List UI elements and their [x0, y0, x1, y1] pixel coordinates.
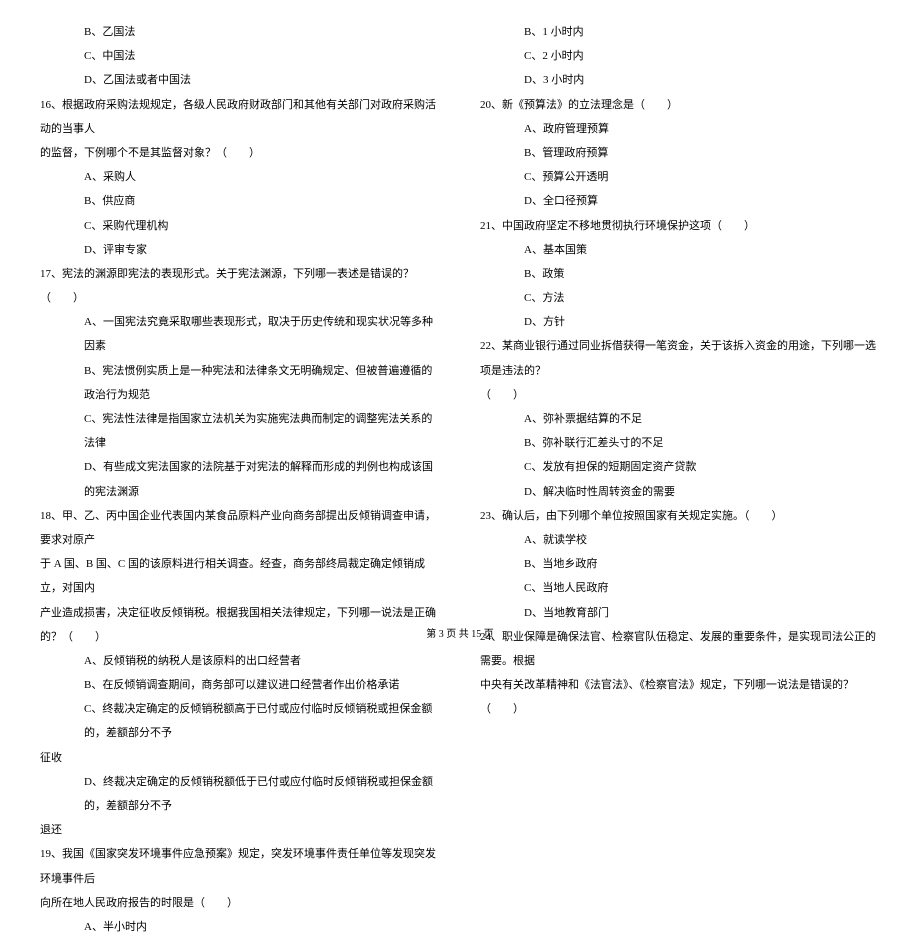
question-text: 20、新《预算法》的立法理念是（ ） [480, 93, 880, 117]
option-text: D、解决临时性周转资金的需要 [480, 480, 880, 504]
option-text: C、终裁决定确定的反倾销税额高于已付或应付临时反倾销税或担保金额的，差额部分不予 [40, 697, 440, 745]
option-text: C、方法 [480, 286, 880, 310]
option-text: C、预算公开透明 [480, 165, 880, 189]
option-text: A、半小时内 [40, 915, 440, 939]
option-text: A、一国宪法究竟采取哪些表现形式，取决于历史传统和现实状况等多种因素 [40, 310, 440, 358]
option-text: A、采购人 [40, 165, 440, 189]
question-text: 向所在地人民政府报告的时限是（ ） [40, 891, 440, 915]
question-text: 的监督，下例哪个不是其监督对象？（ ） [40, 141, 440, 165]
option-text: B、1 小时内 [480, 20, 880, 44]
option-text: D、评审专家 [40, 238, 440, 262]
page-footer: 第 3 页 共 15 页 [0, 625, 920, 640]
question-text: 17、宪法的渊源即宪法的表现形式。关于宪法渊源，下列哪一表述是错误的？（ ） [40, 262, 440, 310]
option-text: D、当地教育部门 [480, 601, 880, 625]
question-text: 19、我国《国家突发环境事件应急预案》规定，突发环境事件责任单位等发现突发环境事… [40, 842, 440, 890]
option-text: C、发放有担保的短期固定资产贷款 [480, 455, 880, 479]
left-column: B、乙国法 C、中国法 D、乙国法或者中国法 16、根据政府采购法规规定，各级人… [40, 20, 460, 939]
option-text: B、供应商 [40, 189, 440, 213]
option-text: A、基本国策 [480, 238, 880, 262]
option-text: C、2 小时内 [480, 44, 880, 68]
question-text: 22、某商业银行通过同业拆借获得一笔资金，关于该拆入资金的用途，下列哪一选项是违… [480, 334, 880, 382]
option-text-cont: 征收 [40, 746, 440, 770]
option-text: B、宪法惯例实质上是一种宪法和法律条文无明确规定、但被普遍遵循的政治行为规范 [40, 359, 440, 407]
option-text: A、反倾销税的纳税人是该原料的出口经营者 [40, 649, 440, 673]
option-text: A、弥补票据结算的不足 [480, 407, 880, 431]
option-text: C、宪法性法律是指国家立法机关为实施宪法典而制定的调整宪法关系的法律 [40, 407, 440, 455]
option-text: C、当地人民政府 [480, 576, 880, 600]
option-text: D、乙国法或者中国法 [40, 68, 440, 92]
option-text: D、全口径预算 [480, 189, 880, 213]
option-text: B、管理政府预算 [480, 141, 880, 165]
option-text: A、就读学校 [480, 528, 880, 552]
question-text: 中央有关改革精神和《法官法》、《检察官法》规定，下列哪一说法是错误的？（ ） [480, 673, 880, 721]
option-text: B、乙国法 [40, 20, 440, 44]
question-text: 于 A 国、B 国、C 国的该原料进行相关调查。经查，商务部终局裁定确定倾销成立… [40, 552, 440, 600]
option-text: B、政策 [480, 262, 880, 286]
question-text: 21、中国政府坚定不移地贯彻执行环境保护这项（ ） [480, 214, 880, 238]
question-text: 18、甲、乙、丙中国企业代表国内某食品原料产业向商务部提出反倾销调查申请，要求对… [40, 504, 440, 552]
right-column: B、1 小时内 C、2 小时内 D、3 小时内 20、新《预算法》的立法理念是（… [460, 20, 880, 939]
option-text: D、有些成文宪法国家的法院基于对宪法的解释而形成的判例也构成该国的宪法渊源 [40, 455, 440, 503]
option-text: B、当地乡政府 [480, 552, 880, 576]
option-text: C、采购代理机构 [40, 214, 440, 238]
option-text: D、方针 [480, 310, 880, 334]
option-text: D、3 小时内 [480, 68, 880, 92]
question-text: 16、根据政府采购法规规定，各级人民政府财政部门和其他有关部门对政府采购活动的当… [40, 93, 440, 141]
option-text: B、在反倾销调查期间，商务部可以建议进口经营者作出价格承诺 [40, 673, 440, 697]
option-text: A、政府管理预算 [480, 117, 880, 141]
option-text: D、终裁决定确定的反倾销税额低于已付或应付临时反倾销税或担保金额的，差额部分不予 [40, 770, 440, 818]
option-text-cont: 退还 [40, 818, 440, 842]
option-text: B、弥补联行汇差头寸的不足 [480, 431, 880, 455]
question-text: 23、确认后，由下列哪个单位按照国家有关规定实施。（ ） [480, 504, 880, 528]
option-text: C、中国法 [40, 44, 440, 68]
exam-page: B、乙国法 C、中国法 D、乙国法或者中国法 16、根据政府采购法规规定，各级人… [0, 0, 920, 939]
question-text: （ ） [480, 383, 880, 407]
